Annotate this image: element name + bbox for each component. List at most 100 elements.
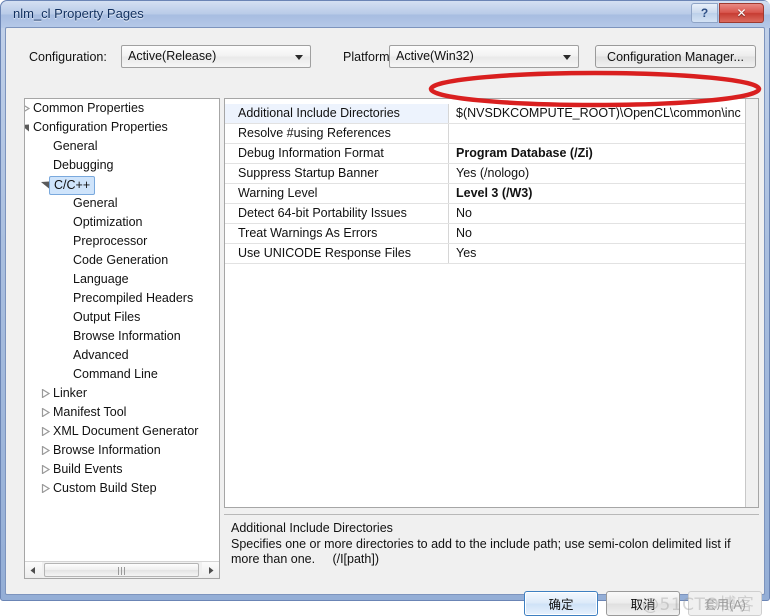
tree-item-label: Linker <box>53 386 88 400</box>
scrollbar-grip-icon <box>117 567 127 575</box>
property-tree-panel[interactable]: Common Properties Configuration Propertie… <box>24 98 220 579</box>
property-row[interactable]: Debug Information Format Program Database… <box>225 144 758 164</box>
property-pages-dialog: nlm_cl Property Pages ? ✕ Configuration:… <box>0 0 770 616</box>
apply-button: 套用(A) <box>688 591 762 616</box>
property-name: Resolve #using References <box>225 124 449 143</box>
property-row[interactable]: Additional Include Directories $(NVSDKCOM… <box>225 104 758 124</box>
tree-item-label: Manifest Tool <box>53 405 127 419</box>
configuration-dropdown[interactable]: Active(Release) <box>121 45 311 68</box>
tree-item-label: Advanced <box>73 348 129 362</box>
tree-item-general[interactable]: General <box>25 194 219 213</box>
tree-item-label: General <box>73 196 118 210</box>
property-row[interactable]: Warning Level Level 3 (/W3) <box>225 184 758 204</box>
cancel-button[interactable]: 取消 <box>606 591 680 616</box>
property-value[interactable]: Yes (/nologo) <box>449 164 758 183</box>
tree-item-general[interactable]: General <box>25 137 219 156</box>
configuration-dropdown-value: Active(Release) <box>128 49 217 63</box>
tree-item-linker[interactable]: Linker <box>25 384 219 403</box>
tree-item-command-line[interactable]: Command Line <box>25 365 219 384</box>
tree-item-label: Common Properties <box>33 101 145 115</box>
tree-item-label: C/C++ <box>49 176 96 195</box>
property-value[interactable]: No <box>449 224 758 243</box>
tree-item-optimization[interactable]: Optimization <box>25 213 219 232</box>
tree-item-debugging[interactable]: Debugging <box>25 156 219 175</box>
tree-item-build-events[interactable]: Build Events <box>25 460 219 479</box>
tree-item-label: Browse Information <box>53 443 161 457</box>
expand-arrow-right-icon[interactable] <box>39 384 53 403</box>
scroll-left-arrow-icon[interactable] <box>25 562 42 578</box>
close-button[interactable]: ✕ <box>719 3 764 23</box>
tree-item-label: Command Line <box>73 367 158 381</box>
expand-arrow-right-icon[interactable] <box>39 460 53 479</box>
property-value[interactable]: Yes <box>449 244 758 263</box>
platform-dropdown[interactable]: Active(Win32) <box>389 45 579 68</box>
chevron-down-icon <box>563 55 571 60</box>
expand-arrow-right-icon[interactable] <box>39 422 53 441</box>
tree-item-common-properties[interactable]: Common Properties <box>25 99 219 118</box>
tree-item-label: General <box>53 139 98 153</box>
property-name: Warning Level <box>225 184 449 203</box>
property-row[interactable]: Treat Warnings As Errors No <box>225 224 758 244</box>
property-row[interactable]: Suppress Startup Banner Yes (/nologo) <box>225 164 758 184</box>
configuration-manager-button[interactable]: Configuration Manager... <box>595 45 756 68</box>
configuration-label: Configuration: <box>29 50 107 64</box>
property-name: Additional Include Directories <box>225 104 449 123</box>
description-title: Additional Include Directories <box>231 521 393 535</box>
tree-item-label: Browse Information <box>73 329 181 343</box>
tree-item-c-c[interactable]: C/C++ <box>25 175 219 195</box>
tree-item-label: Preprocessor <box>73 234 148 248</box>
property-tree[interactable]: Common Properties Configuration Propertie… <box>25 99 219 560</box>
tree-item-browse-information[interactable]: Browse Information <box>25 327 219 346</box>
property-value[interactable]: Program Database (/Zi) <box>449 144 758 163</box>
tree-item-label: Language <box>73 272 129 286</box>
tree-item-code-generation[interactable]: Code Generation <box>25 251 219 270</box>
property-name: Debug Information Format <box>225 144 449 163</box>
tree-horizontal-scrollbar[interactable] <box>25 561 219 578</box>
tree-item-label: Debugging <box>53 158 114 172</box>
platform-label: Platform: <box>343 50 394 64</box>
tree-item-preprocessor[interactable]: Preprocessor <box>25 232 219 251</box>
tree-item-label: Configuration Properties <box>33 120 168 134</box>
tree-item-language[interactable]: Language <box>25 270 219 289</box>
tree-item-browse-information[interactable]: Browse Information <box>25 441 219 460</box>
property-grid-panel[interactable]: Additional Include Directories $(NVSDKCOM… <box>224 98 759 508</box>
property-row[interactable]: Resolve #using References <box>225 124 758 144</box>
tree-item-xml-document-generator[interactable]: XML Document Generator <box>25 422 219 441</box>
tree-item-manifest-tool[interactable]: Manifest Tool <box>25 403 219 422</box>
description-text: Specifies one or more directories to add… <box>231 537 735 566</box>
dialog-body: Configuration: Active(Release) Platform:… <box>5 27 765 616</box>
property-row[interactable]: Use UNICODE Response Files Yes <box>225 244 758 264</box>
property-value[interactable]: $(NVSDKCOMPUTE_ROOT)\OpenCL\common\inc <box>449 104 758 123</box>
grid-right-gutter <box>745 99 758 507</box>
ok-button[interactable]: 确定 <box>524 591 598 616</box>
tree-item-configuration-properties[interactable]: Configuration Properties <box>25 118 219 137</box>
tree-item-label: Output Files <box>73 310 141 324</box>
expand-arrow-right-icon[interactable] <box>39 479 53 498</box>
platform-dropdown-value: Active(Win32) <box>396 49 474 63</box>
chevron-down-icon <box>295 55 303 60</box>
title-bar[interactable]: nlm_cl Property Pages ? ✕ <box>1 1 770 28</box>
scroll-right-arrow-icon[interactable] <box>202 562 219 578</box>
expand-arrow-right-icon[interactable] <box>25 99 33 118</box>
tree-item-precompiled-headers[interactable]: Precompiled Headers <box>25 289 219 308</box>
property-value[interactable]: Level 3 (/W3) <box>449 184 758 203</box>
scrollbar-thumb[interactable] <box>44 563 199 577</box>
property-grid[interactable]: Additional Include Directories $(NVSDKCOM… <box>225 104 758 264</box>
tree-item-output-files[interactable]: Output Files <box>25 308 219 327</box>
tree-item-label: Code Generation <box>73 253 169 267</box>
tree-item-label: Precompiled Headers <box>73 291 194 305</box>
expand-arrow-right-icon[interactable] <box>39 403 53 422</box>
tree-item-advanced[interactable]: Advanced <box>25 346 219 365</box>
tree-item-label: Custom Build Step <box>53 481 157 495</box>
configuration-bar: Configuration: Active(Release) Platform:… <box>6 43 764 73</box>
expand-arrow-down-icon[interactable] <box>25 118 33 137</box>
description-panel: Additional Include Directories Specifies… <box>224 514 759 578</box>
property-row[interactable]: Detect 64-bit Portability Issues No <box>225 204 758 224</box>
tree-item-custom-build-step[interactable]: Custom Build Step <box>25 479 219 498</box>
property-value[interactable]: No <box>449 204 758 223</box>
property-value[interactable] <box>449 124 758 143</box>
help-button[interactable]: ? <box>691 3 718 23</box>
expand-arrow-right-icon[interactable] <box>39 441 53 460</box>
tree-item-label: Build Events <box>53 462 123 476</box>
property-name: Suppress Startup Banner <box>225 164 449 183</box>
